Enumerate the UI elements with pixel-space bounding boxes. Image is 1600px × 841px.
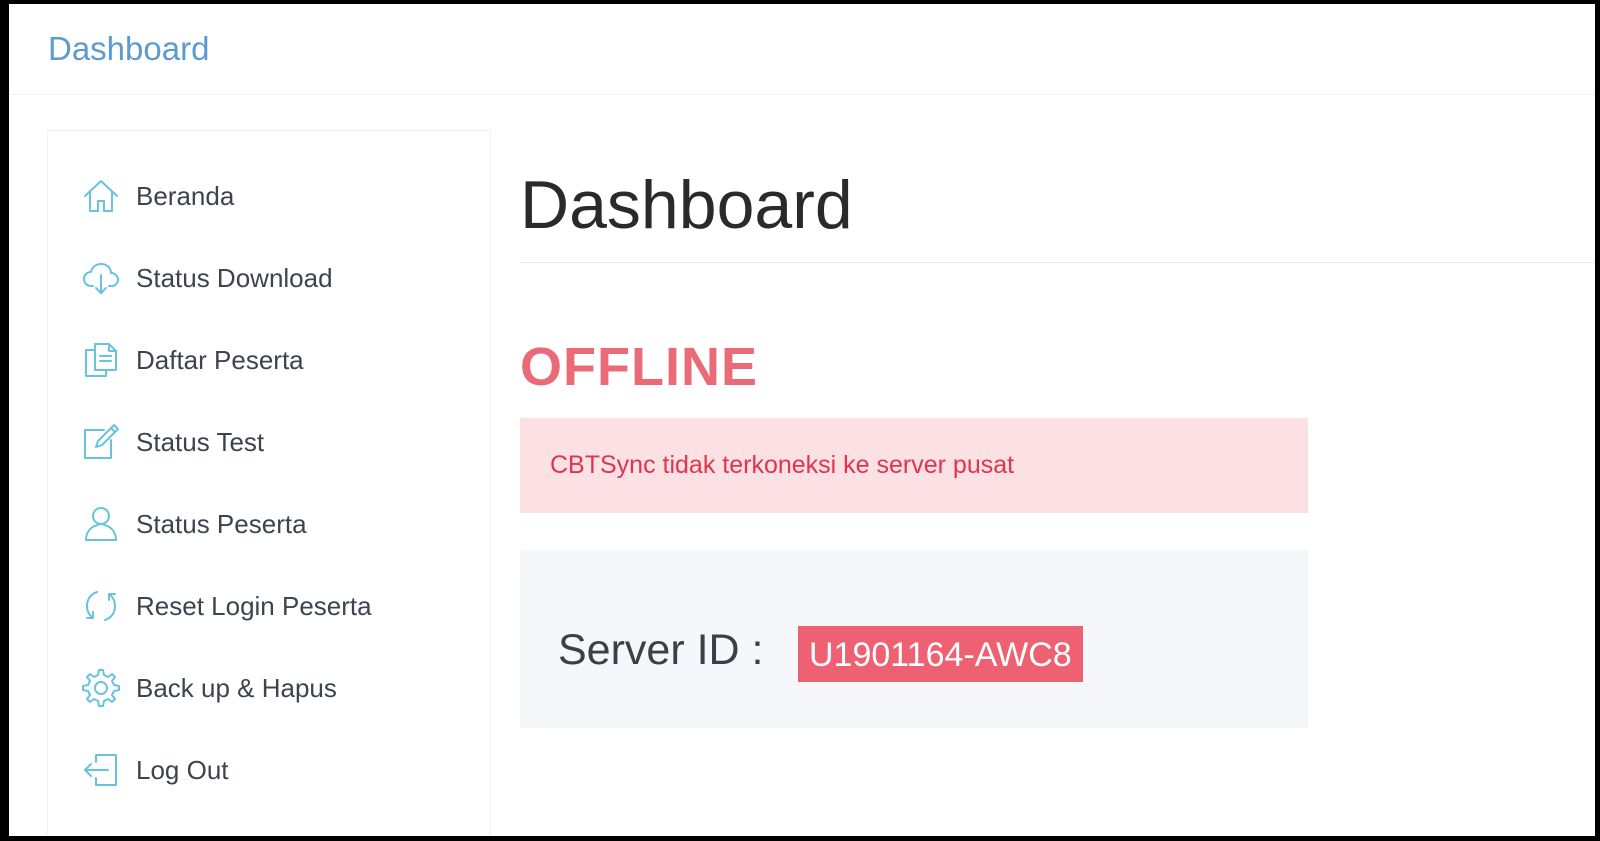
sidebar-item-backup-hapus[interactable]: Back up & Hapus: [48, 658, 490, 718]
gear-icon: [82, 668, 120, 708]
alert-message: CBTSync tidak terkoneksi ke server pusat: [550, 451, 1015, 479]
sidebar-item-reset-login-peserta[interactable]: Reset Login Peserta: [48, 576, 490, 636]
server-id-badge: U1901164-AWC8: [798, 626, 1083, 682]
connection-status-heading: OFFLINE: [520, 337, 758, 397]
sidebar-item-status-download[interactable]: Status Download: [48, 248, 490, 308]
sidebar-item-label: Daftar Peserta: [136, 345, 304, 375]
server-id-label: Server ID :: [558, 626, 764, 674]
brand-link[interactable]: Dashboard: [48, 30, 209, 68]
page-title: Dashboard: [520, 167, 853, 243]
sidebar-item-daftar-peserta[interactable]: Daftar Peserta: [48, 330, 490, 390]
title-divider: [520, 262, 1595, 263]
sidebar-item-label: Reset Login Peserta: [136, 591, 372, 621]
user-icon: [82, 504, 120, 544]
offline-alert: CBTSync tidak terkoneksi ke server pusat: [520, 418, 1308, 513]
documents-icon: [82, 340, 120, 380]
sidebar-item-status-test[interactable]: Status Test: [48, 412, 490, 472]
server-info-panel: Server ID : U1901164-AWC8: [520, 550, 1308, 728]
refresh-icon: [82, 586, 120, 626]
sidebar-item-label: Beranda: [136, 181, 235, 211]
sidebar-item-beranda[interactable]: Beranda: [48, 166, 490, 226]
main-content: Dashboard OFFLINE CBTSync tidak terkonek…: [520, 130, 1595, 830]
sidebar-item-status-peserta[interactable]: Status Peserta: [48, 494, 490, 554]
home-icon: [82, 176, 120, 216]
sidebar: Beranda Status Download Daftar Peserta S…: [47, 130, 491, 836]
sidebar-item-label: Status Peserta: [136, 509, 307, 539]
sidebar-item-label: Back up & Hapus: [136, 673, 337, 703]
logout-icon: [82, 750, 120, 790]
sidebar-item-log-out[interactable]: Log Out: [48, 740, 490, 800]
sidebar-item-label: Status Download: [136, 263, 333, 293]
sidebar-item-label: Log Out: [136, 755, 229, 785]
note-edit-icon: [82, 422, 120, 462]
top-navbar: Dashboard: [9, 4, 1595, 95]
cloud-download-icon: [82, 258, 120, 298]
app-window: Dashboard Beranda Status Download Daftar…: [0, 0, 1600, 841]
sidebar-item-label: Status Test: [136, 427, 265, 457]
